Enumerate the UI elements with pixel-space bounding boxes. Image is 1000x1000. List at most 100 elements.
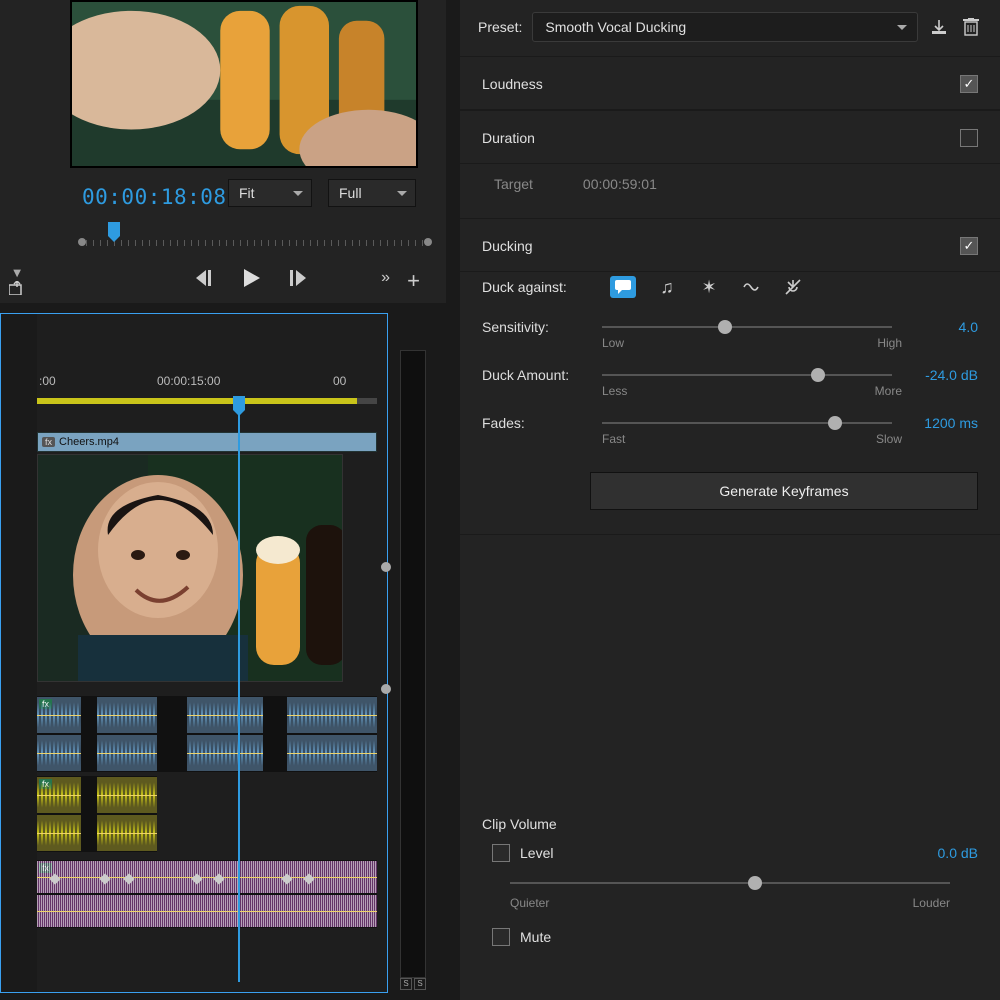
quality-dropdown[interactable]: Full: [328, 179, 416, 207]
export-frame-icon[interactable]: [9, 281, 25, 295]
chevron-down-icon: [397, 191, 407, 196]
duration-header[interactable]: Duration: [460, 110, 1000, 164]
keyframe-dot[interactable]: [381, 684, 391, 694]
audio-clip-a2[interactable]: fx: [37, 776, 157, 814]
clip-gap: [263, 696, 287, 772]
meter-bar: [400, 350, 426, 978]
clip-volume-section: Clip Volume Level 0.0 dB QuieterLouder M…: [460, 806, 1000, 952]
slider-max: High: [877, 336, 902, 350]
track-area: fx Cheers.mp4 fx: [37, 412, 377, 992]
preset-value: Smooth Vocal Ducking: [545, 19, 686, 35]
preview-frame: [70, 0, 418, 168]
loudness-header[interactable]: Loudness ✓: [460, 56, 1000, 110]
ruler-label: 00: [333, 374, 346, 388]
sfx-burst-icon[interactable]: ✶: [698, 276, 720, 298]
dialogue-icon[interactable]: [610, 276, 636, 298]
ambience-icon[interactable]: [740, 276, 762, 298]
level-slider[interactable]: [510, 874, 950, 892]
work-area-highlight: [37, 398, 357, 404]
video-clip[interactable]: fx Cheers.mp4: [37, 432, 377, 452]
in-point-handle[interactable]: [78, 238, 86, 246]
mute-label: Mute: [520, 929, 551, 945]
time-ruler[interactable]: :00 00:00:15:00 00: [37, 374, 377, 398]
ruler-label: :00: [39, 374, 56, 388]
timeline-panel: :00 00:00:15:00 00 fx Cheers.mp4: [0, 313, 388, 993]
sensitivity-label: Sensitivity:: [482, 319, 590, 335]
scrub-bar[interactable]: [78, 222, 432, 254]
duck-against-label: Duck against:: [482, 279, 590, 295]
playhead-line: [238, 410, 240, 982]
clip-name: Cheers.mp4: [59, 436, 119, 448]
level-value[interactable]: 0.0 dB: [938, 845, 978, 861]
fx-badge: fx: [42, 437, 55, 447]
step-forward-button[interactable]: [290, 270, 308, 286]
target-label: Target: [494, 176, 533, 192]
program-monitor: 00:00:18:08 Fit Full » +: [0, 0, 446, 303]
essential-sound-panel: Preset: Smooth Vocal Ducking Loudness ✓ …: [460, 0, 1000, 1000]
ducking-header[interactable]: Ducking ✓: [460, 218, 1000, 272]
keyframe-dot[interactable]: [381, 562, 391, 572]
video-thumbnail: [72, 2, 416, 166]
solo-toggle[interactable]: S: [414, 978, 426, 990]
zoom-value: Fit: [239, 185, 255, 201]
delete-preset-icon[interactable]: [960, 16, 982, 38]
clip-gap: [81, 696, 97, 772]
duration-label: Duration: [482, 130, 535, 146]
sensitivity-slider[interactable]: [602, 318, 892, 336]
loudness-checkbox[interactable]: ✓: [960, 75, 978, 93]
slider-min: Less: [602, 384, 627, 398]
level-label: Level: [520, 845, 553, 861]
fades-value[interactable]: 1200 ms: [904, 415, 978, 431]
mute-checkbox[interactable]: [492, 928, 510, 946]
video-track-thumbnail[interactable]: [37, 454, 343, 682]
playhead-scrub[interactable]: [108, 222, 120, 236]
quality-value: Full: [339, 185, 362, 201]
transport-more[interactable]: »: [381, 269, 390, 287]
clip-gap: [157, 696, 187, 772]
amount-value[interactable]: -24.0 dB: [904, 367, 978, 383]
duration-checkbox[interactable]: [960, 129, 978, 147]
preset-dropdown[interactable]: Smooth Vocal Ducking: [532, 12, 918, 42]
scrub-ticks: [86, 240, 424, 246]
music-clip-a3b[interactable]: [37, 894, 377, 928]
loudness-label: Loudness: [482, 76, 543, 92]
zoom-dropdown[interactable]: Fit: [228, 179, 312, 207]
save-preset-icon[interactable]: [928, 16, 950, 38]
music-note-icon[interactable]: ♫: [656, 276, 678, 298]
fades-slider[interactable]: [602, 414, 892, 432]
slider-min: Low: [602, 336, 624, 350]
solo-toggle[interactable]: S: [400, 978, 412, 990]
add-button[interactable]: +: [407, 268, 420, 294]
amount-slider[interactable]: [602, 366, 892, 384]
timecode-display[interactable]: 00:00:18:08: [82, 185, 227, 209]
level-checkbox[interactable]: [492, 844, 510, 862]
target-value: 00:00:59:01: [583, 176, 657, 192]
chevron-down-icon: [293, 191, 303, 196]
audio-clip-a2b[interactable]: [37, 814, 157, 852]
fades-label: Fades:: [482, 415, 590, 431]
quieter-label: Quieter: [510, 896, 549, 910]
ruler-label: 00:00:15:00: [157, 374, 220, 388]
twirl-icon[interactable]: ▶: [11, 269, 22, 277]
slider-max: More: [875, 384, 902, 398]
unassigned-icon[interactable]: [782, 276, 804, 298]
preset-row: Preset: Smooth Vocal Ducking: [460, 0, 1000, 56]
timeline-playhead[interactable]: [233, 396, 245, 410]
clip-gap: [81, 776, 97, 852]
generate-keyframes-button[interactable]: Generate Keyframes: [590, 472, 978, 510]
step-back-button[interactable]: [196, 270, 214, 286]
slider-max: Slow: [876, 432, 902, 446]
out-point-handle[interactable]: [424, 238, 432, 246]
chevron-down-icon: [897, 25, 907, 30]
monitor-sidesplit: ▶: [0, 263, 34, 299]
transport-controls: » +: [78, 260, 426, 296]
sensitivity-value[interactable]: 4.0: [904, 319, 978, 335]
slider-min: Fast: [602, 432, 625, 446]
amount-label: Duck Amount:: [482, 367, 590, 383]
play-button[interactable]: [244, 269, 260, 287]
preset-label: Preset:: [478, 19, 522, 35]
clip-volume-label: Clip Volume: [482, 816, 557, 832]
ducking-checkbox[interactable]: ✓: [960, 237, 978, 255]
music-clip-a3[interactable]: fx: [37, 860, 377, 894]
audio-meters: S S: [394, 336, 434, 990]
